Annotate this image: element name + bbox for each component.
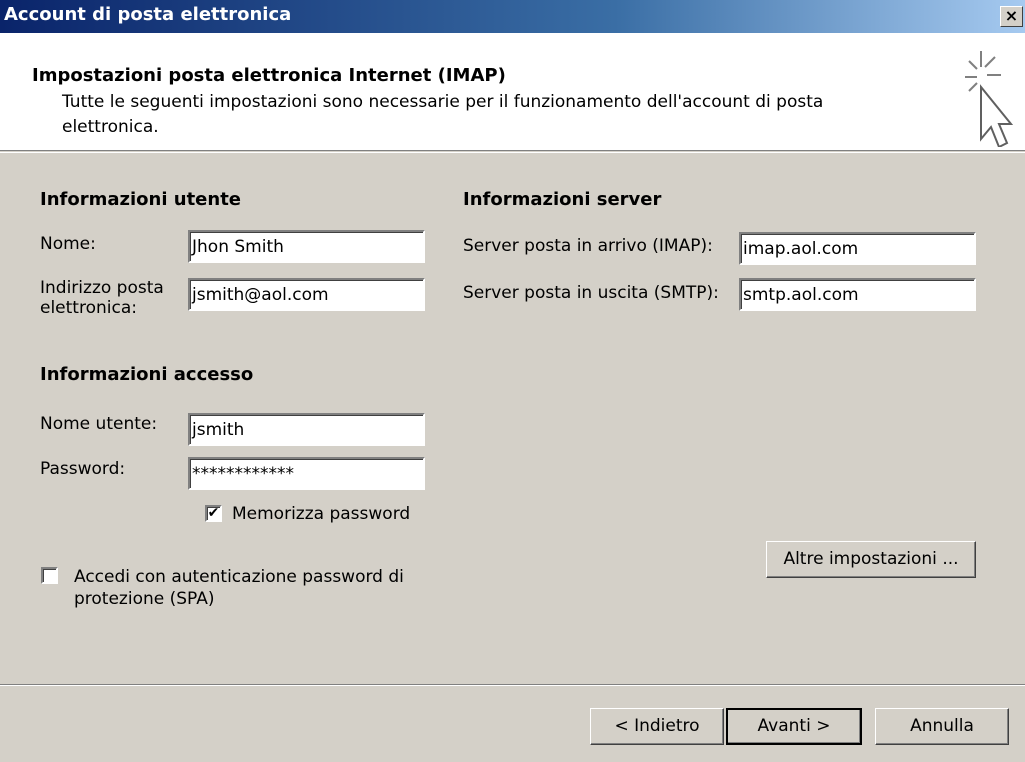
outgoing-server-label: Server posta in uscita (SMTP): — [463, 283, 719, 303]
remember-password-checkbox[interactable]: ✔ — [205, 505, 222, 522]
wizard-header: Impostazioni posta elettronica Internet … — [0, 33, 1025, 151]
incoming-server-field[interactable]: imap.aol.com — [739, 232, 976, 265]
cursor-sparkle-icon — [965, 51, 1013, 147]
page-heading: Impostazioni posta elettronica Internet … — [32, 65, 506, 86]
login-info-section-title: Informazioni accesso — [40, 364, 254, 385]
password-label: Password: — [40, 459, 126, 479]
username-label: Nome utente: — [40, 414, 158, 434]
title-bar: Account di posta elettronica × — [0, 0, 1025, 33]
window-title: Account di posta elettronica — [4, 4, 292, 25]
password-field[interactable]: ************ — [188, 457, 425, 490]
incoming-server-label: Server posta in arrivo (IMAP): — [463, 236, 713, 256]
spa-label: Accedi con autenticazione password di pr… — [74, 567, 404, 609]
name-field[interactable]: Jhon Smith — [188, 230, 425, 263]
username-field[interactable]: jsmith — [188, 413, 425, 446]
outgoing-server-field[interactable]: smtp.aol.com — [739, 278, 976, 311]
remember-password-label: Memorizza password — [232, 504, 411, 524]
more-settings-button[interactable]: Altre impostazioni ... — [766, 541, 976, 578]
email-label: Indirizzo posta elettronica: — [40, 278, 164, 318]
back-button[interactable]: < Indietro — [590, 708, 724, 745]
page-description: Tutte le seguenti impostazioni sono nece… — [62, 92, 824, 137]
name-label: Nome: — [40, 234, 96, 254]
header-separator — [0, 152, 1025, 153]
user-info-section-title: Informazioni utente — [40, 189, 242, 210]
cancel-button[interactable]: Annulla — [875, 708, 1009, 745]
spa-checkbox[interactable] — [41, 567, 58, 584]
server-info-section-title: Informazioni server — [463, 189, 662, 210]
email-field[interactable]: jsmith@aol.com — [188, 278, 425, 311]
next-button[interactable]: Avanti > — [726, 708, 862, 745]
close-button[interactable]: × — [1000, 6, 1023, 27]
